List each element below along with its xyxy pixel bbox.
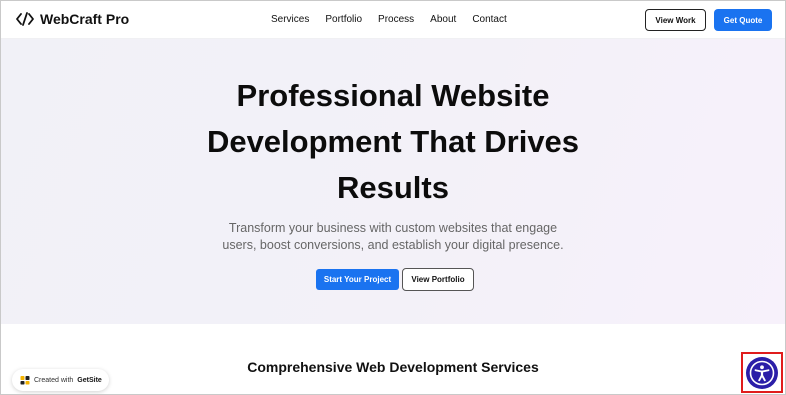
nav-links: Services Portfolio Process About Contact — [271, 14, 523, 25]
accessibility-button[interactable] — [746, 356, 778, 389]
nav-link-about[interactable]: About — [430, 14, 456, 25]
hero-subtitle-line: Transform your business with custom webs… — [228, 221, 558, 235]
view-portfolio-button[interactable]: View Portfolio — [402, 268, 474, 291]
services-heading: Comprehensive Web Development Services — [247, 359, 539, 375]
nav-link-process[interactable]: Process — [378, 14, 414, 25]
hero-title-line: Results — [337, 170, 449, 205]
nav-link-services[interactable]: Services — [271, 14, 309, 25]
code-brackets-icon — [16, 12, 34, 26]
hero-subtitle-line: users, boost conversions, and establish … — [222, 238, 564, 252]
accessibility-widget-highlight — [741, 352, 783, 393]
start-project-button[interactable]: Start Your Project — [316, 269, 399, 290]
get-quote-button[interactable]: Get Quote — [714, 9, 772, 31]
hero-subtitle: Transform your business with custom webs… — [1, 220, 785, 254]
hero-title-line: Professional Website — [236, 78, 550, 113]
hero-section: Professional Website Development That Dr… — [1, 39, 785, 324]
nav-link-portfolio[interactable]: Portfolio — [325, 14, 362, 25]
hero-title-line: Development That Drives — [206, 124, 580, 159]
navbar: WebCraft Pro Services Portfolio Process … — [1, 1, 785, 39]
nav-link-contact[interactable]: Contact — [472, 14, 506, 25]
badge-brand: GetSite — [77, 376, 102, 384]
brand-name: WebCraft Pro — [40, 11, 130, 27]
brand-logo[interactable]: WebCraft Pro — [16, 11, 129, 27]
created-with-badge[interactable]: Created with GetSite — [12, 369, 109, 391]
badge-prefix: Created with — [34, 376, 74, 384]
hero-title: Professional Website Development That Dr… — [1, 73, 785, 211]
getsite-logo-icon — [20, 376, 30, 385]
page-frame: WebCraft Pro Services Portfolio Process … — [0, 0, 786, 395]
view-work-button[interactable]: View Work — [645, 9, 706, 31]
accessibility-icon — [749, 360, 775, 385]
